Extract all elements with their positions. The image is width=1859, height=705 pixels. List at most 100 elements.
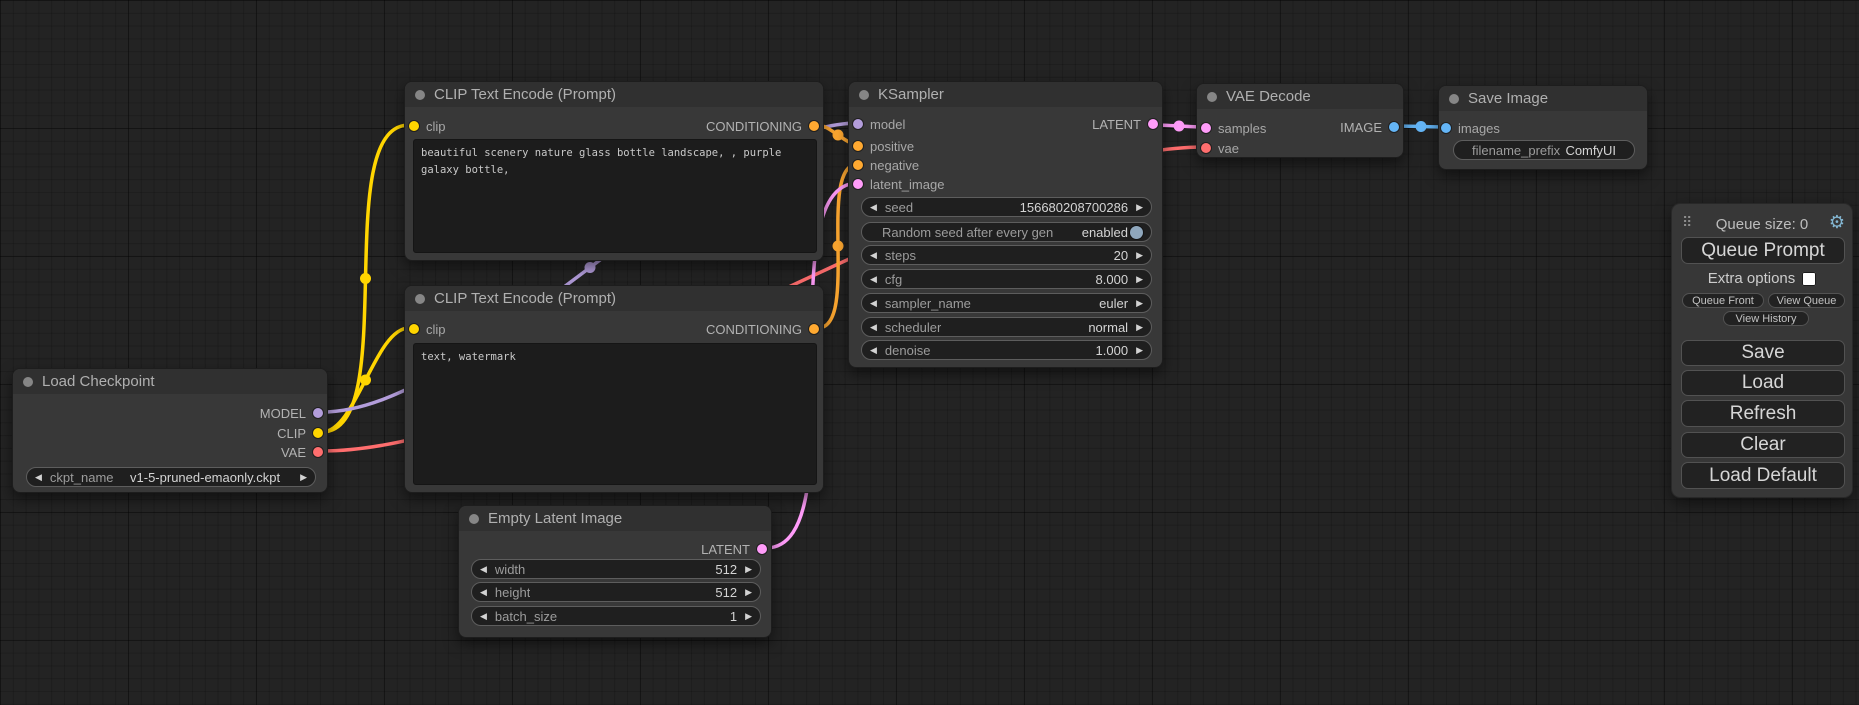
- decrement-arrow-icon[interactable]: ◀: [870, 299, 877, 308]
- latent-port-dot[interactable]: [853, 179, 863, 189]
- collapse-dot-icon[interactable]: [1449, 94, 1459, 104]
- increment-arrow-icon[interactable]: ▶: [745, 612, 752, 621]
- decrement-arrow-icon[interactable]: ◀: [870, 203, 877, 212]
- increment-arrow-icon[interactable]: ▶: [745, 565, 752, 574]
- vae-port-dot[interactable]: [1201, 143, 1211, 153]
- node-load-checkpoint[interactable]: Load Checkpoint MODEL CLIP VAE ◀ ckpt_na…: [12, 368, 328, 493]
- node-clip-text-encode-1[interactable]: CLIP Text Encode (Prompt) clip CONDITION…: [404, 81, 824, 261]
- conditioning-port-dot[interactable]: [809, 324, 819, 334]
- node-title-bar[interactable]: CLIP Text Encode (Prompt): [405, 286, 823, 311]
- widget-batch-size[interactable]: ◀ batch_size 1 ▶: [471, 606, 761, 626]
- output-port-clip[interactable]: CLIP: [277, 423, 323, 443]
- output-port-latent[interactable]: LATENT: [701, 539, 767, 559]
- refresh-button[interactable]: Refresh: [1681, 400, 1845, 427]
- increment-arrow-icon[interactable]: ▶: [1136, 275, 1143, 284]
- node-title-bar[interactable]: Save Image: [1439, 86, 1647, 111]
- decrement-arrow-icon[interactable]: ◀: [870, 346, 877, 355]
- conditioning-port-dot[interactable]: [853, 141, 863, 151]
- input-port-clip[interactable]: clip: [409, 319, 446, 339]
- view-queue-button[interactable]: View Queue: [1768, 293, 1845, 308]
- output-port-image[interactable]: IMAGE: [1340, 117, 1399, 137]
- conditioning-port-dot[interactable]: [853, 160, 863, 170]
- output-port-conditioning[interactable]: CONDITIONING: [706, 116, 819, 136]
- clip-port-dot[interactable]: [313, 428, 323, 438]
- decrement-arrow-icon[interactable]: ◀: [480, 612, 487, 621]
- widget-cfg[interactable]: ◀ cfg 8.000 ▶: [861, 269, 1152, 289]
- widget-ckpt-name[interactable]: ◀ ckpt_name v1-5-pruned-emaonly.ckpt ▶: [26, 467, 316, 487]
- increment-arrow-icon[interactable]: ▶: [1136, 346, 1143, 355]
- clip-port-dot[interactable]: [409, 324, 419, 334]
- clip-port-dot[interactable]: [409, 121, 419, 131]
- node-title-bar[interactable]: CLIP Text Encode (Prompt): [405, 82, 823, 107]
- node-title-bar[interactable]: VAE Decode: [1197, 84, 1403, 109]
- node-title-bar[interactable]: Empty Latent Image: [459, 506, 771, 531]
- widget-width[interactable]: ◀ width 512 ▶: [471, 559, 761, 579]
- increment-arrow-icon[interactable]: ▶: [1136, 299, 1143, 308]
- load-default-button[interactable]: Load Default: [1681, 462, 1845, 489]
- node-vae-decode[interactable]: VAE Decode samples vae IMAGE: [1196, 83, 1404, 158]
- queue-front-button[interactable]: Queue Front: [1682, 293, 1764, 308]
- extra-options-checkbox[interactable]: [1802, 272, 1816, 286]
- load-button[interactable]: Load: [1681, 370, 1845, 396]
- input-port-latent-image[interactable]: latent_image: [853, 174, 944, 194]
- model-port-dot[interactable]: [853, 119, 863, 129]
- increment-arrow-icon[interactable]: ▶: [300, 473, 307, 482]
- decrement-arrow-icon[interactable]: ◀: [870, 251, 877, 260]
- decrement-arrow-icon[interactable]: ◀: [480, 588, 487, 597]
- image-port-dot[interactable]: [1389, 122, 1399, 132]
- collapse-dot-icon[interactable]: [469, 514, 479, 524]
- collapse-dot-icon[interactable]: [23, 377, 33, 387]
- prompt-textarea[interactable]: text, watermark: [413, 343, 817, 485]
- input-port-clip[interactable]: clip: [409, 116, 446, 136]
- toggle-circle-icon[interactable]: [1130, 226, 1143, 239]
- increment-arrow-icon[interactable]: ▶: [1136, 323, 1143, 332]
- queue-prompt-button[interactable]: Queue Prompt: [1681, 237, 1845, 264]
- widget-height[interactable]: ◀ height 512 ▶: [471, 582, 761, 602]
- settings-gear-icon[interactable]: ⚙: [1829, 212, 1845, 233]
- widget-sampler-name[interactable]: ◀ sampler_name euler ▶: [861, 293, 1152, 313]
- increment-arrow-icon[interactable]: ▶: [1136, 251, 1143, 260]
- node-empty-latent-image[interactable]: Empty Latent Image LATENT ◀ width 512 ▶ …: [458, 505, 772, 638]
- widget-filename-prefix[interactable]: filename_prefix ComfyUI: [1453, 140, 1635, 160]
- conditioning-port-dot[interactable]: [809, 121, 819, 131]
- widget-denoise[interactable]: ◀ denoise 1.000 ▶: [861, 340, 1152, 360]
- input-port-vae[interactable]: vae: [1201, 138, 1239, 158]
- collapse-dot-icon[interactable]: [415, 294, 425, 304]
- output-port-latent[interactable]: LATENT: [1092, 114, 1158, 134]
- decrement-arrow-icon[interactable]: ◀: [870, 275, 877, 284]
- comfy-menu-panel[interactable]: ⠿ Queue size: 0 ⚙ Queue Prompt Extra opt…: [1671, 203, 1853, 498]
- latent-port-dot[interactable]: [757, 544, 767, 554]
- decrement-arrow-icon[interactable]: ◀: [870, 323, 877, 332]
- output-port-model[interactable]: MODEL: [260, 403, 323, 423]
- image-port-dot[interactable]: [1441, 123, 1451, 133]
- node-title-bar[interactable]: KSampler: [849, 82, 1162, 107]
- node-clip-text-encode-2[interactable]: CLIP Text Encode (Prompt) clip CONDITION…: [404, 285, 824, 493]
- input-port-negative[interactable]: negative: [853, 155, 919, 175]
- comfyui-canvas[interactable]: { "colors": { "model": "#B39DDB", "clip"…: [0, 0, 1859, 705]
- input-port-model[interactable]: model: [853, 114, 905, 134]
- collapse-dot-icon[interactable]: [415, 90, 425, 100]
- clear-button[interactable]: Clear: [1681, 432, 1845, 458]
- collapse-dot-icon[interactable]: [859, 90, 869, 100]
- node-title-bar[interactable]: Load Checkpoint: [13, 369, 327, 394]
- widget-scheduler[interactable]: ◀ scheduler normal ▶: [861, 317, 1152, 337]
- output-port-vae[interactable]: VAE: [281, 442, 323, 462]
- input-port-images[interactable]: images: [1441, 118, 1500, 138]
- decrement-arrow-icon[interactable]: ◀: [480, 565, 487, 574]
- collapse-dot-icon[interactable]: [1207, 92, 1217, 102]
- vae-port-dot[interactable]: [313, 447, 323, 457]
- latent-port-dot[interactable]: [1148, 119, 1158, 129]
- node-ksampler[interactable]: KSampler model positive negative latent_…: [848, 81, 1163, 368]
- increment-arrow-icon[interactable]: ▶: [745, 588, 752, 597]
- increment-arrow-icon[interactable]: ▶: [1136, 203, 1143, 212]
- decrement-arrow-icon[interactable]: ◀: [35, 473, 42, 482]
- widget-random-seed-toggle[interactable]: Random seed after every gen enabled: [861, 222, 1152, 242]
- widget-seed[interactable]: ◀ seed 156680208700286 ▶: [861, 197, 1152, 217]
- latent-port-dot[interactable]: [1201, 123, 1211, 133]
- output-port-conditioning[interactable]: CONDITIONING: [706, 319, 819, 339]
- node-save-image[interactable]: Save Image images filename_prefix ComfyU…: [1438, 85, 1648, 170]
- save-button[interactable]: Save: [1681, 340, 1845, 366]
- input-port-samples[interactable]: samples: [1201, 118, 1266, 138]
- prompt-textarea[interactable]: beautiful scenery nature glass bottle la…: [413, 139, 817, 253]
- model-port-dot[interactable]: [313, 408, 323, 418]
